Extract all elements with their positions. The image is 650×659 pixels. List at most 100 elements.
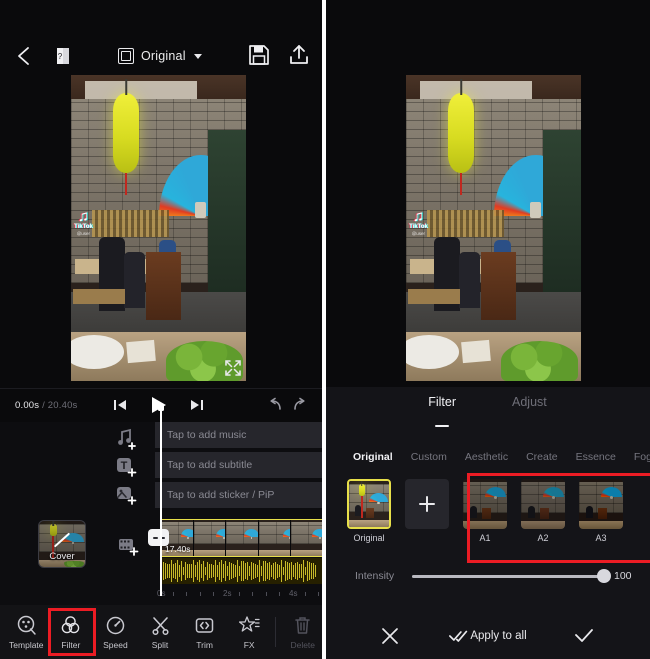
- clip-duration-label: 17.40s: [165, 544, 191, 554]
- clip-trim-handle-left[interactable]: [148, 529, 169, 546]
- waveform-bar: [311, 562, 312, 580]
- filter-thumbnail-strip[interactable]: Original A1 A2 A3: [325, 479, 650, 553]
- category-original[interactable]: Original: [353, 451, 393, 463]
- playbar-divider: [0, 388, 325, 389]
- tab-adjust[interactable]: Adjust: [512, 395, 547, 427]
- filter-item-a3[interactable]: A3: [579, 479, 623, 543]
- track-row-music[interactable]: Tap to add music: [155, 422, 325, 448]
- video-clip[interactable]: 17.40s: [160, 519, 325, 557]
- aspect-ratio-selector[interactable]: Original: [118, 44, 202, 68]
- waveform-bar: [201, 564, 202, 578]
- waveform-bar: [173, 564, 174, 578]
- track-row-subtitle[interactable]: Tap to add subtitle: [155, 452, 325, 478]
- back-button[interactable]: [10, 42, 38, 70]
- undo-icon: [270, 397, 281, 410]
- toolbar-item-template[interactable]: Template: [4, 614, 49, 650]
- intensity-slider-knob[interactable]: [597, 569, 611, 583]
- speed-gauge-icon: [104, 614, 126, 636]
- track-label-music: Tap to add music: [167, 429, 247, 441]
- fullscreen-expand-icon: [225, 360, 241, 376]
- waveform-bar: [313, 562, 314, 580]
- waveform-bar: [235, 565, 236, 577]
- waveform-bar: [167, 563, 168, 579]
- aspect-ratio-icon: [118, 48, 134, 64]
- category-fog[interactable]: Fog: [634, 451, 650, 463]
- waveform-bar: [271, 565, 272, 577]
- skip-previous-button[interactable]: [113, 398, 127, 412]
- toolbar-item-delete[interactable]: Delete: [280, 614, 325, 650]
- add-custom-filter-button[interactable]: [405, 479, 449, 529]
- filter-circles-icon: [60, 614, 82, 636]
- waveform-bar: [291, 562, 292, 580]
- add-video-icon[interactable]: [117, 535, 139, 557]
- toolbar-item-fx[interactable]: FX: [227, 614, 272, 650]
- confirm-button[interactable]: [574, 627, 594, 645]
- category-create[interactable]: Create: [526, 451, 558, 463]
- intensity-slider-track[interactable]: [412, 569, 611, 583]
- waveform-bar: [257, 565, 258, 577]
- waveform-bar: [301, 564, 302, 578]
- export-button[interactable]: [287, 43, 311, 67]
- waveform-bar: [233, 563, 234, 579]
- add-text-icon[interactable]: T: [115, 456, 137, 478]
- filter-item-original[interactable]: Original: [347, 479, 391, 543]
- redo-button[interactable]: [292, 397, 308, 413]
- toolbar-item-trim[interactable]: Trim: [182, 614, 227, 650]
- filter-item-a1[interactable]: A1: [463, 479, 507, 543]
- waveform-bar: [289, 562, 290, 580]
- save-button[interactable]: [248, 44, 270, 66]
- waveform-bar: [171, 560, 172, 582]
- clip-thumb: [258, 520, 292, 556]
- filter-label-original: Original: [353, 533, 385, 543]
- fullscreen-button[interactable]: [224, 359, 242, 377]
- cover-thumbnail-button[interactable]: Cover: [38, 520, 86, 568]
- category-aesthetic[interactable]: Aesthetic: [465, 451, 508, 463]
- export-upload-icon: [290, 45, 308, 64]
- skip-next-button[interactable]: [190, 398, 204, 412]
- wooden-chair: [146, 252, 182, 320]
- track-row-sticker[interactable]: Tap to add sticker / PiP: [155, 482, 325, 508]
- yellow-lantern: [113, 93, 140, 173]
- time-display: 0.00s / 20.40s: [15, 400, 78, 411]
- waveform-bar: [163, 562, 164, 580]
- tiktok-brand-label: TikTok: [409, 223, 428, 230]
- add-music-icon[interactable]: [115, 428, 137, 450]
- current-time: 0.00s: [15, 399, 40, 411]
- waveform-bar: [283, 566, 284, 576]
- timeline-ruler: 0s2s4s: [155, 588, 325, 602]
- video-preview[interactable]: ♫ TikTok @user: [71, 75, 246, 381]
- apply-to-all-button[interactable]: Apply to all: [448, 629, 527, 643]
- dual-screenshot-comparison: ? Original ♫ TikTok @user 0.00s / 20.40s…: [0, 0, 650, 659]
- intensity-control[interactable]: Intensity 100: [325, 565, 650, 587]
- category-custom[interactable]: Custom: [411, 451, 447, 463]
- filter-item-add[interactable]: [405, 479, 449, 529]
- help-button[interactable]: ?: [50, 43, 76, 69]
- cancel-button[interactable]: [381, 627, 399, 645]
- filter-label-a1: A1: [479, 533, 491, 543]
- intensity-slider-fill: [412, 574, 604, 578]
- audio-waveform[interactable]: [160, 558, 325, 584]
- toolbar-item-split[interactable]: Split: [138, 614, 183, 650]
- category-essence[interactable]: Essence: [576, 451, 616, 463]
- waveform-bar: [189, 563, 190, 579]
- toolbar-label-split: Split: [151, 640, 169, 650]
- filter-thumb-original: [347, 479, 391, 529]
- filter-item-a2[interactable]: A2: [521, 479, 565, 543]
- tiktok-note-icon: ♫: [412, 207, 425, 225]
- toolbar-item-filter[interactable]: Filter: [49, 614, 94, 650]
- timeline-playhead[interactable]: [158, 404, 163, 596]
- tab-filter[interactable]: Filter: [428, 395, 456, 427]
- wall-shelf: [92, 209, 169, 238]
- video-preview-right[interactable]: ♫ TikTok @user: [406, 75, 581, 381]
- waveform-bar: [169, 563, 170, 579]
- waveform-bar: [255, 563, 256, 579]
- toolbar-item-speed[interactable]: Speed: [93, 614, 138, 650]
- clip-thumb: [226, 520, 259, 556]
- undo-button[interactable]: [267, 397, 283, 413]
- tiktok-watermark-right: ♫ TikTok @user: [409, 207, 428, 236]
- double-check-icon: [448, 630, 467, 642]
- intensity-value: 100: [614, 570, 632, 582]
- ceiling-panel: [85, 81, 197, 100]
- add-sticker-icon[interactable]: [115, 484, 137, 506]
- waveform-bar: [279, 564, 280, 578]
